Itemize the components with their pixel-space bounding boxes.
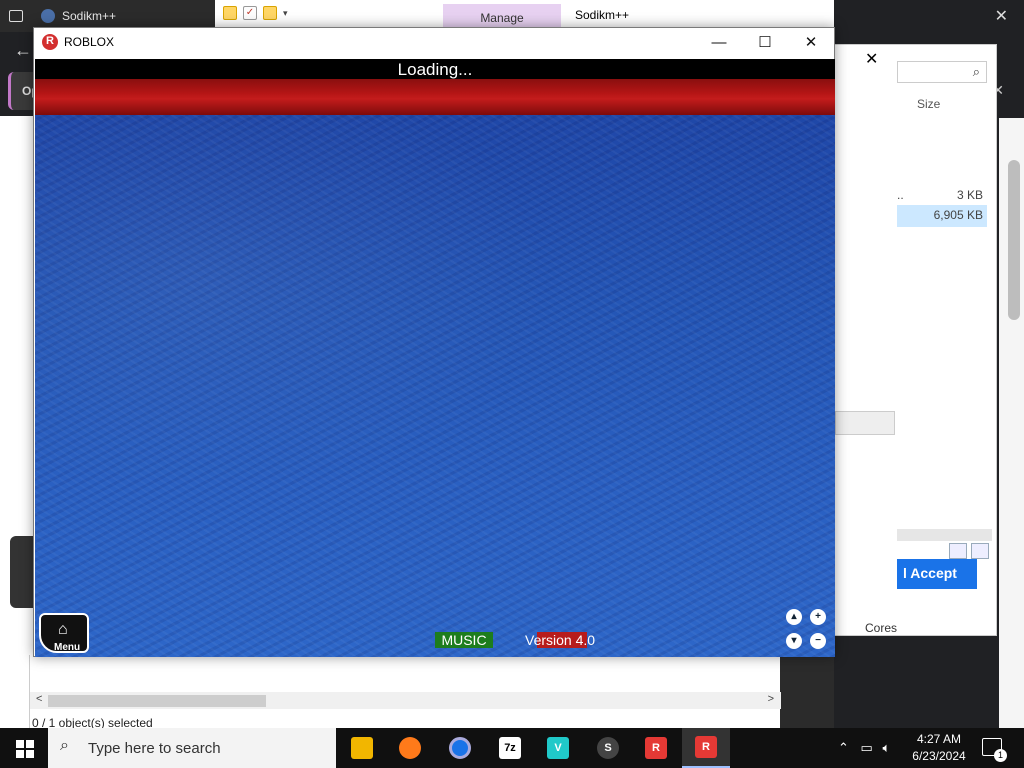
background-page-left (0, 116, 34, 728)
file-size: 6,905 KB (933, 208, 983, 222)
taskbar-app-file-explorer[interactable] (338, 728, 386, 768)
menu-label: Menu (54, 642, 81, 653)
taskbar-search[interactable]: ⌕ Type here to search (48, 728, 336, 768)
file-explorer-icon (351, 737, 373, 759)
zoom-out-icon[interactable]: − (810, 633, 826, 649)
scroll-right-icon[interactable]: > (768, 693, 774, 705)
tab-actions-icon[interactable] (9, 10, 23, 22)
taskbar-app-roblox-studio[interactable]: R (632, 728, 680, 768)
volume-icon[interactable]: 🔈︎ (882, 740, 890, 755)
taskbar-app-vpn[interactable]: V (534, 728, 582, 768)
close-button[interactable]: ✕ (788, 32, 834, 54)
system-tray: ⌃ ▭ 🔈︎ (838, 740, 890, 756)
size-column-header[interactable]: Size (917, 97, 940, 111)
explorer-dialog: ✕ ⌕ Size .. 3 KB 6,905 KB l Accept Cores (834, 44, 997, 636)
game-viewport[interactable]: Loading... ⌂ Menu MUSIC Version 4.0 ▴ + … (35, 59, 835, 657)
taskbar-app-roblox-player[interactable]: R (682, 728, 730, 768)
notification-icon[interactable]: 1 (982, 738, 1007, 762)
start-button[interactable] (0, 728, 48, 768)
roblox-player-icon: R (695, 736, 717, 758)
back-arrow-icon[interactable]: ← (14, 40, 32, 61)
search-icon: ⌕ (972, 64, 980, 79)
panel-divider (835, 411, 895, 435)
accept-button[interactable]: l Accept (897, 559, 977, 589)
clock-date: 6/23/2024 (912, 749, 966, 763)
file-size: 3 KB (956, 188, 983, 202)
minimize-button[interactable]: — (696, 32, 742, 54)
explorer-bottom: < > 0 / 1 object(s) selected (29, 655, 781, 730)
dropdown-arrow-icon[interactable]: ▾ (283, 8, 288, 19)
details-view-icon[interactable] (949, 543, 967, 559)
taskbar-app-s[interactable]: S (584, 728, 632, 768)
scroll-left-icon[interactable]: < (36, 693, 42, 705)
list-horizontal-scrollbar[interactable] (897, 529, 992, 541)
home-icon: ⌂ (58, 621, 68, 638)
search-placeholder: Type here to search (88, 740, 221, 757)
chromium-icon (449, 737, 471, 759)
windows-logo-icon (16, 740, 24, 748)
search-icon: ⌕ (60, 737, 69, 754)
version-label: Version 4.0 (525, 632, 605, 648)
roblox-titlebar[interactable]: ROBLOX — ☐ ✕ (34, 28, 834, 58)
file-row-selected[interactable]: 6,905 KB (897, 205, 987, 227)
music-button[interactable]: MUSIC (435, 632, 493, 648)
roblox-window: ROBLOX — ☐ ✕ Loading... ⌂ Menu MUSIC Ver… (33, 27, 835, 657)
loading-bar: Loading... (35, 59, 835, 79)
camera-down-icon[interactable]: ▾ (786, 633, 802, 649)
windows-logo-tile (26, 740, 34, 748)
clock-time: 4:27 AM (916, 732, 962, 746)
notification-count: 1 (994, 749, 1007, 762)
red-banner (35, 79, 835, 115)
search-input[interactable]: ⌕ (897, 61, 987, 83)
taskbar-app-chromium[interactable] (436, 728, 484, 768)
roblox-studio-icon: R (645, 737, 667, 759)
cores-label: Cores (865, 621, 898, 635)
browser-scrollbar[interactable] (1008, 160, 1020, 320)
taskbar-app-firefox[interactable] (386, 728, 434, 768)
windows-logo-tile (26, 750, 34, 758)
folder-icon[interactable] (223, 6, 237, 20)
taskbar-app-7zip[interactable]: 7z (486, 728, 534, 768)
scrollbar-thumb[interactable] (48, 695, 266, 707)
quick-access-toolbar: ✓ ▾ (223, 6, 288, 20)
vpn-icon: V (547, 737, 569, 759)
thumbnail-view-icon[interactable] (971, 543, 989, 559)
site-favicon-icon (41, 9, 55, 23)
view-toggle (949, 543, 989, 559)
file-row[interactable]: .. 3 KB (897, 185, 987, 207)
zoom-in-icon[interactable]: + (810, 609, 826, 625)
maximize-button[interactable]: ☐ (742, 32, 788, 54)
roblox-window-title: ROBLOX (64, 35, 115, 49)
new-folder-icon[interactable] (263, 6, 277, 20)
browser-close-icon[interactable]: ✕ (995, 6, 1008, 26)
menu-button[interactable]: ⌂ Menu (39, 613, 89, 653)
dialog-close-icon[interactable]: ✕ (865, 49, 878, 69)
dark-panel (10, 536, 34, 608)
7zip-icon: 7z (499, 737, 521, 759)
explorer-title: Sodikm++ (575, 8, 630, 22)
firefox-icon (399, 737, 421, 759)
properties-icon[interactable]: ✓ (243, 6, 257, 20)
file-name: .. (897, 188, 904, 202)
network-icon[interactable]: ▭ (861, 740, 873, 755)
s-app-icon: S (597, 737, 619, 759)
roblox-logo-icon (42, 34, 58, 50)
show-hidden-icons-icon[interactable]: ⌃ (838, 740, 849, 755)
clock[interactable]: 4:27 AM 6/23/2024 (908, 731, 970, 765)
windows-logo-tile (16, 750, 24, 758)
taskbar: ⌕ Type here to search 7z V S R R ⌃ ▭ 🔈︎ … (0, 728, 1024, 768)
browser-tab-title: Sodikm++ (62, 9, 117, 23)
water-terrain (35, 115, 835, 657)
camera-up-icon[interactable]: ▴ (786, 609, 802, 625)
